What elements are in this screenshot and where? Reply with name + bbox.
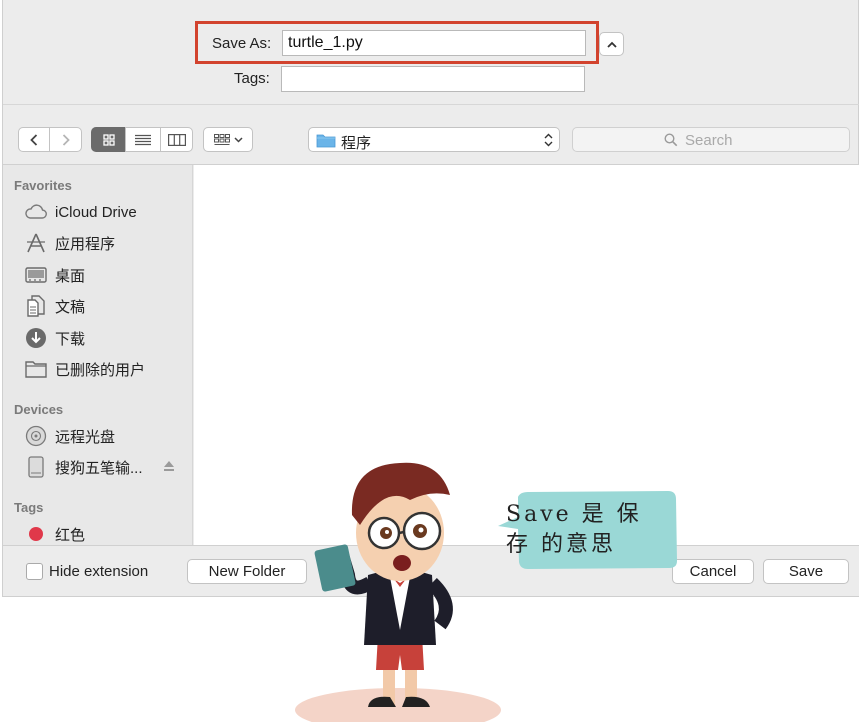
mascot-illustration [295,462,501,722]
applications-icon [25,232,47,254]
sidebar-section-tags: Tags [14,500,44,515]
chevron-right-icon [62,133,70,146]
sidebar-item-documents[interactable]: 文稿 [25,293,190,319]
sidebar-item-desktop[interactable]: 桌面 [25,262,190,288]
collapse-button[interactable] [599,32,624,56]
search-icon [664,133,678,147]
sidebar-item-tag-red[interactable]: 红色 [25,521,190,545]
back-button[interactable] [18,127,50,152]
grid-icon [102,133,115,146]
tag-dot-icon [25,523,47,545]
hide-extension-label[interactable]: Hide extension [49,563,148,580]
location-label: 程序 [341,135,372,152]
icon-view-button[interactable] [91,127,126,152]
location-popup[interactable]: 程序 [308,127,560,152]
sidebar-item-applications[interactable]: 应用程序 [25,230,190,256]
save-button[interactable]: Save [763,559,849,584]
eject-icon[interactable] [163,460,175,472]
search-field[interactable]: Search [572,127,850,152]
sidebar: Favorites iCloud Drive 应用程序 桌面 文稿 下载 已删除… [3,165,193,545]
sidebar-section-favorites: Favorites [14,178,72,193]
sidebar-item-remote-disc[interactable]: 远程光盘 [25,423,190,449]
list-view-button[interactable] [125,127,161,152]
list-icon [135,134,151,145]
sidebar-item-sogou-drive[interactable]: 搜狗五笔输... [25,454,190,480]
chevron-down-icon [233,136,243,143]
sidebar-item-deleted-users[interactable]: 已删除的用户 [25,356,190,382]
save-as-highlight: Save As: [195,21,599,64]
cloud-icon [25,201,47,223]
search-placeholder: Search [685,132,733,149]
tags-label: Tags: [234,70,270,87]
divider [3,104,859,105]
forward-button[interactable] [49,127,82,152]
folder-icon [316,134,336,148]
sidebar-section-devices: Devices [14,402,64,417]
updown-icon [544,133,553,147]
download-icon [25,327,47,349]
save-as-input[interactable] [282,30,586,56]
bubble-text: Save 是 保 存 的意思 [506,502,642,557]
folder-outline-icon [25,358,47,380]
save-as-label: Save As: [212,35,272,52]
desktop-icon [25,264,47,286]
disc-icon [25,425,47,447]
sidebar-item-icloud-drive[interactable]: iCloud Drive [25,199,190,225]
new-folder-button[interactable]: New Folder [187,559,307,584]
group-view-button[interactable] [203,127,253,152]
group-grid-icon [213,133,230,145]
drive-icon [25,456,47,478]
documents-icon [25,295,47,317]
hide-extension-checkbox[interactable] [26,563,43,580]
cancel-button[interactable]: Cancel [672,559,754,584]
sidebar-item-downloads[interactable]: 下载 [25,325,190,351]
columns-icon [167,133,186,146]
tags-input[interactable] [281,66,585,92]
column-view-button[interactable] [160,127,193,152]
chevron-up-icon [606,41,617,48]
chevron-left-icon [30,133,38,146]
